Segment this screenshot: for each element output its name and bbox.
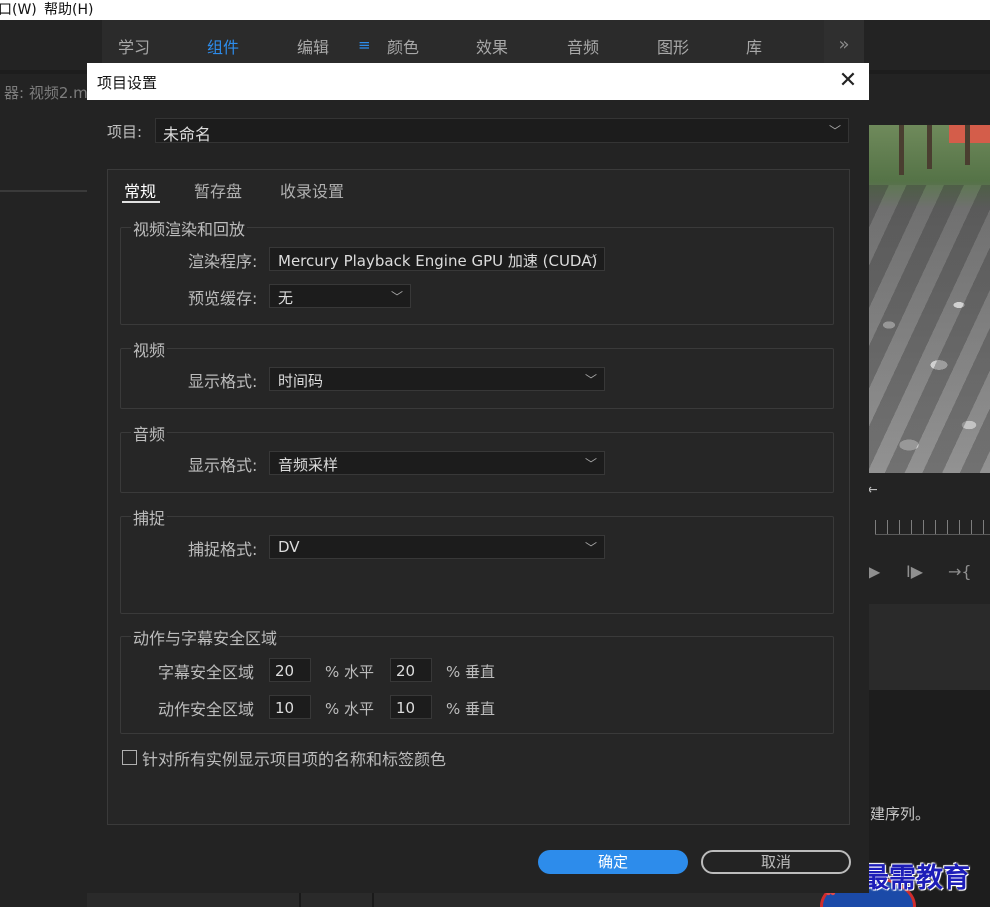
- dialog-title: 项目设置: [97, 74, 158, 92]
- group-safe-margins: 动作与字幕安全区域 字幕安全区域 20 % 水平 20 % 垂直 动作安全区域 …: [120, 625, 834, 734]
- capture-format-label: 捕捉格式:: [188, 540, 258, 559]
- workspace-tab-learn[interactable]: 学习: [118, 34, 150, 58]
- video-display-format-dropdown[interactable]: 时间码 ﹀: [269, 367, 605, 391]
- time-ruler[interactable]: [875, 520, 990, 534]
- group-audio: 音频 显示格式: 音频采样 ﹀: [120, 421, 834, 493]
- group-video-rendering: 视频渲染和回放 渲染程序: Mercury Playback Engine GP…: [120, 216, 834, 325]
- workspace-tab-editing[interactable]: 编辑: [297, 34, 329, 58]
- close-icon[interactable]: ✕: [833, 66, 863, 96]
- project-panel: [869, 604, 990, 690]
- panel-divider: [0, 190, 88, 192]
- chevron-down-icon: ﹀: [584, 540, 597, 555]
- tab-general[interactable]: 常规: [124, 178, 156, 202]
- audio-display-format-label: 显示格式:: [188, 456, 258, 475]
- go-to-out-icon[interactable]: →{: [948, 562, 972, 581]
- audio-display-format-dropdown[interactable]: 音频采样 ﹀: [269, 451, 605, 475]
- action-safe-horizontal-input[interactable]: 10: [269, 695, 311, 719]
- title-safe-label: 字幕安全区域: [158, 663, 255, 682]
- workspace-tab-libraries[interactable]: 库: [746, 34, 762, 58]
- show-label-colors-label[interactable]: 针对所有实例显示项目项的名称和标签颜色: [142, 746, 446, 770]
- video-display-format-label: 显示格式:: [188, 372, 258, 391]
- title-safe-horizontal-unit: % 水平: [325, 663, 375, 681]
- chevron-down-icon: ﹀: [584, 372, 597, 387]
- title-safe-vertical-unit: % 垂直: [446, 663, 496, 681]
- action-safe-label: 动作安全区域: [158, 700, 255, 719]
- project-panel-hint: 建序列。: [870, 805, 931, 823]
- group-title-video-rendering: 视频渲染和回放: [131, 216, 248, 240]
- renderer-dropdown[interactable]: Mercury Playback Engine GPU 加速 (CUDA) ﹀: [269, 247, 605, 271]
- project-settings-dialog: 项目设置 ✕ 项目: 未命名 ﹀ 常规 暂存盘 收录设置 视频渲染和回放 渲染程…: [87, 63, 869, 893]
- workspace-tab-audio[interactable]: 音频: [567, 34, 599, 58]
- title-safe-vertical-input[interactable]: 20: [390, 658, 432, 682]
- title-safe-horizontal-input[interactable]: 20: [269, 658, 311, 682]
- active-tab-indicator: [122, 201, 160, 203]
- source-panel: 器: 视频2.mp4: [0, 74, 88, 907]
- cancel-button[interactable]: 取消: [701, 850, 851, 874]
- project-value: 未命名: [163, 125, 212, 144]
- chevron-down-icon: ﹀: [584, 456, 597, 471]
- group-title-audio: 音频: [131, 421, 168, 445]
- workspace-menu-icon[interactable]: ≡: [358, 36, 371, 54]
- audio-display-format-value: 音频采样: [278, 456, 339, 474]
- bottom-panel-strip: [87, 893, 869, 907]
- capture-format-value: DV: [278, 538, 300, 556]
- action-safe-horizontal-unit: % 水平: [325, 700, 375, 718]
- menu-help[interactable]: 帮助(H): [44, 0, 93, 20]
- workspace-tab-effects[interactable]: 效果: [476, 34, 508, 58]
- menu-window[interactable]: 口(W): [0, 0, 37, 20]
- chevron-down-icon: ﹀: [828, 124, 841, 138]
- step-forward-icon[interactable]: I▶: [906, 562, 923, 581]
- tab-scratch-disks[interactable]: 暂存盘: [194, 178, 242, 202]
- group-video: 视频 显示格式: 时间码 ﹀: [120, 337, 834, 409]
- capture-format-dropdown[interactable]: DV ﹀: [269, 535, 605, 559]
- action-safe-vertical-input[interactable]: 10: [390, 695, 432, 719]
- renderer-value: Mercury Playback Engine GPU 加速 (CUDA): [278, 252, 598, 270]
- settings-tab-panel: 常规 暂存盘 收录设置 视频渲染和回放 渲染程序: Mercury Playba…: [107, 169, 850, 825]
- preview-cache-dropdown[interactable]: 无 ﹀: [269, 284, 411, 308]
- video-display-format-value: 时间码: [278, 372, 324, 390]
- video-preview: [869, 125, 990, 473]
- chevron-down-icon: ﹀: [584, 252, 597, 267]
- preview-cache-label: 预览缓存:: [188, 289, 258, 308]
- workspace-tab-color[interactable]: 颜色: [387, 34, 419, 58]
- tab-ingest-settings[interactable]: 收录设置: [280, 178, 344, 202]
- group-title-safe-margins: 动作与字幕安全区域: [131, 625, 280, 649]
- group-title-capture: 捕捉: [131, 505, 168, 529]
- preview-cache-value: 无: [278, 289, 294, 307]
- menu-bar: 口(W) 帮助(H): [0, 0, 990, 20]
- watermark-text: 最需教育: [862, 863, 970, 894]
- play-icon[interactable]: ▶: [868, 562, 880, 581]
- show-label-colors-checkbox[interactable]: [122, 750, 137, 765]
- ok-button[interactable]: 确定: [538, 850, 688, 874]
- chevron-down-icon: ﹀: [390, 289, 403, 304]
- dialog-titlebar: 项目设置 ✕: [87, 63, 869, 100]
- project-label: 项目:: [107, 123, 143, 141]
- renderer-label: 渲染程序:: [188, 252, 258, 271]
- group-title-video: 视频: [131, 337, 168, 361]
- group-capture: 捕捉 捕捉格式: DV ﹀: [120, 505, 834, 614]
- workspace-tab-graphics[interactable]: 图形: [657, 34, 689, 58]
- source-panel-title: 器: 视频2.mp4: [4, 84, 88, 102]
- project-dropdown[interactable]: 未命名 ﹀: [155, 118, 849, 144]
- action-safe-vertical-unit: % 垂直: [446, 700, 496, 718]
- workspace-tab-assembly[interactable]: 组件: [207, 34, 239, 58]
